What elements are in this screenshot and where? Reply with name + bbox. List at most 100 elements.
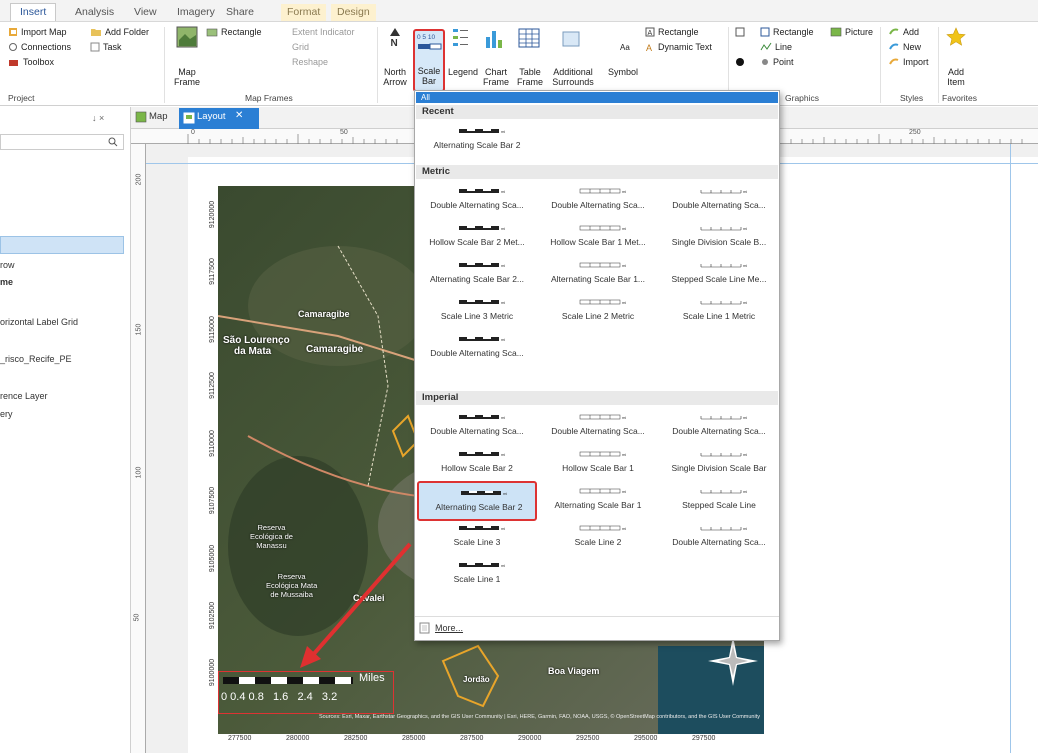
gallery-item[interactable]: mi Double Alternating Sca... <box>538 181 658 221</box>
map-label: Camaragibe <box>298 309 350 319</box>
list-item[interactable]: ery <box>0 409 13 419</box>
selected-layer-row[interactable] <box>0 236 124 254</box>
gallery-item[interactable]: mi Scale Line 2 <box>538 518 658 558</box>
gallery-item[interactable]: mi Stepped Scale Line Me... <box>659 255 779 295</box>
gallery-item[interactable]: mi Single Division Scale B... <box>659 218 779 258</box>
add-item-star-icon <box>946 27 966 46</box>
gallery-item[interactable]: mi Hollow Scale Bar 2 Met... <box>417 218 537 258</box>
grid-button[interactable]: Grid <box>292 41 309 53</box>
list-item[interactable]: orizontal Label Grid <box>0 317 78 327</box>
gallery-item[interactable]: mi Double Alternating Sca... <box>417 329 537 369</box>
x-coord-label: 277500 <box>228 735 252 742</box>
rectangle-frame-button[interactable]: Rectangle <box>221 26 262 38</box>
x-coord-label: 280000 <box>286 735 310 742</box>
map-credits: Sources: Esri, Maxar, Earthstar Geograph… <box>318 714 760 720</box>
group-label-project: Project <box>8 93 35 103</box>
tab-view[interactable]: View <box>134 4 157 22</box>
gallery-item[interactable]: mi Alternating Scale Bar 2 <box>417 481 537 521</box>
list-item[interactable]: me <box>0 277 13 287</box>
search-input[interactable] <box>0 134 124 150</box>
map-frame-label: Frame <box>173 77 200 87</box>
gallery-item-label: Hollow Scale Bar 2 Met... <box>429 237 525 247</box>
tab-layout[interactable]: Layout ✕ <box>179 108 259 129</box>
task-button[interactable]: Task <box>103 41 122 53</box>
list-item[interactable]: row <box>0 260 15 270</box>
toolbox-button[interactable]: Toolbox <box>23 56 54 68</box>
text-rectangle-button[interactable]: Rectangle <box>658 26 699 38</box>
gallery-item[interactable]: mi Hollow Scale Bar 1 Met... <box>538 218 658 258</box>
north-arrow-label: Arrow <box>383 77 407 87</box>
scale-bar-icon <box>418 43 442 50</box>
new-style-button[interactable]: New <box>903 41 921 53</box>
gallery-item-label: Double Alternating Sca... <box>430 426 524 436</box>
connections-button[interactable]: Connections <box>21 41 71 53</box>
import-map-button[interactable]: Import Map <box>21 26 67 38</box>
gallery-item[interactable]: mi Double Alternating Sca... <box>417 407 537 447</box>
gallery-item[interactable]: mi Alternating Scale Bar 1 <box>538 481 658 521</box>
gallery-item[interactable]: mi Double Alternating Sca... <box>659 181 779 221</box>
point-icon <box>762 59 768 65</box>
gallery-item[interactable]: mi Alternating Scale Bar 1... <box>538 255 658 295</box>
more-link[interactable]: More... <box>435 623 463 633</box>
gallery-item[interactable]: mi Single Division Scale Bar <box>659 444 779 484</box>
svg-text:mi: mi <box>622 452 626 457</box>
gallery-item[interactable]: mi Scale Line 3 Metric <box>417 292 537 332</box>
dynamic-text-button[interactable]: Dynamic Text <box>658 41 712 53</box>
separator <box>880 27 881 103</box>
separator <box>938 27 939 103</box>
gallery-item-label: Double Alternating Sca... <box>672 537 766 547</box>
tab-share[interactable]: Share <box>226 4 254 22</box>
tab-format[interactable]: Format <box>281 4 327 22</box>
add-folder-button[interactable]: Add Folder <box>105 26 149 38</box>
gallery-item[interactable]: mi Double Alternating Sca... <box>659 407 779 447</box>
gallery-item[interactable]: mi Alternating Scale Bar 2 <box>417 121 537 161</box>
scale-bar-element[interactable]: Miles 0 0.4 0.8 1.6 2.4 3.2 <box>218 671 394 714</box>
rectangle-graphic-button[interactable]: Rectangle <box>773 26 814 38</box>
tab-analysis[interactable]: Analysis <box>75 4 114 22</box>
map-label: Camaragibe <box>306 344 364 355</box>
legend-button[interactable]: Legend <box>448 66 478 78</box>
symbol-icon: Aa <box>620 43 630 52</box>
add-style-button[interactable]: Add <box>903 26 919 38</box>
symbol-button[interactable]: Symbol <box>608 66 638 78</box>
svg-text:mi: mi <box>743 489 747 494</box>
map-tab-icon <box>135 111 147 123</box>
gallery-item[interactable]: mi Scale Line 3 <box>417 518 537 558</box>
tab-design[interactable]: Design <box>331 4 376 22</box>
gallery-item-label: Alternating Scale Bar 2 <box>435 502 523 512</box>
gallery-item[interactable]: mi Scale Line 1 <box>417 555 537 595</box>
tab-map[interactable]: Map <box>149 111 167 122</box>
line-button[interactable]: Line <box>775 41 792 53</box>
gallery-item[interactable]: mi Scale Line 2 Metric <box>538 292 658 332</box>
gallery-item[interactable]: mi Double Alternating Sca... <box>659 518 779 558</box>
list-item[interactable]: _risco_Recife_PE <box>0 354 72 364</box>
extent-indicator-button[interactable]: Extent Indicator <box>292 26 355 38</box>
gallery-item[interactable]: mi Alternating Scale Bar 2... <box>417 255 537 295</box>
map-label: Reserva Ecológica de Manassu <box>250 523 293 550</box>
x-coord-label: 295000 <box>634 735 658 742</box>
tab-insert[interactable]: Insert <box>10 3 57 21</box>
close-icon[interactable]: ✕ <box>235 110 243 121</box>
picture-button[interactable]: Picture <box>845 26 873 38</box>
x-coord-label: 282500 <box>344 735 368 742</box>
gallery-filter[interactable]: All <box>416 92 778 103</box>
y-coord-label: 9102500 <box>209 601 217 630</box>
gallery-item[interactable]: mi Double Alternating Sca... <box>417 181 537 221</box>
gallery-item[interactable]: mi Hollow Scale Bar 1 <box>538 444 658 484</box>
gallery-item[interactable]: mi Stepped Scale Line <box>659 481 779 521</box>
ruler-label: 50 <box>340 129 348 136</box>
guide-line <box>1010 144 1011 753</box>
list-item[interactable]: rence Layer <box>0 391 48 401</box>
gallery-item[interactable]: mi Hollow Scale Bar 2 <box>417 444 537 484</box>
pane-pin-close[interactable]: ↓ × <box>92 113 104 123</box>
gallery-item[interactable]: mi Scale Line 1 Metric <box>659 292 779 332</box>
import-style-button[interactable]: Import <box>903 56 929 68</box>
point-button[interactable]: Point <box>773 56 794 68</box>
dynamic-text-icon: A <box>646 43 652 52</box>
gallery-item[interactable]: mi Double Alternating Sca... <box>538 407 658 447</box>
gallery-item-label: Scale Line 3 Metric <box>440 311 514 321</box>
scale-bar-gallery: All Recent mi Alternating Scale Bar 2 Met… <box>414 90 780 641</box>
reshape-button[interactable]: Reshape <box>292 56 328 68</box>
tab-imagery[interactable]: Imagery <box>177 4 215 22</box>
scale-bar-button[interactable]: 0 5 10 Scale Bar <box>413 29 445 92</box>
